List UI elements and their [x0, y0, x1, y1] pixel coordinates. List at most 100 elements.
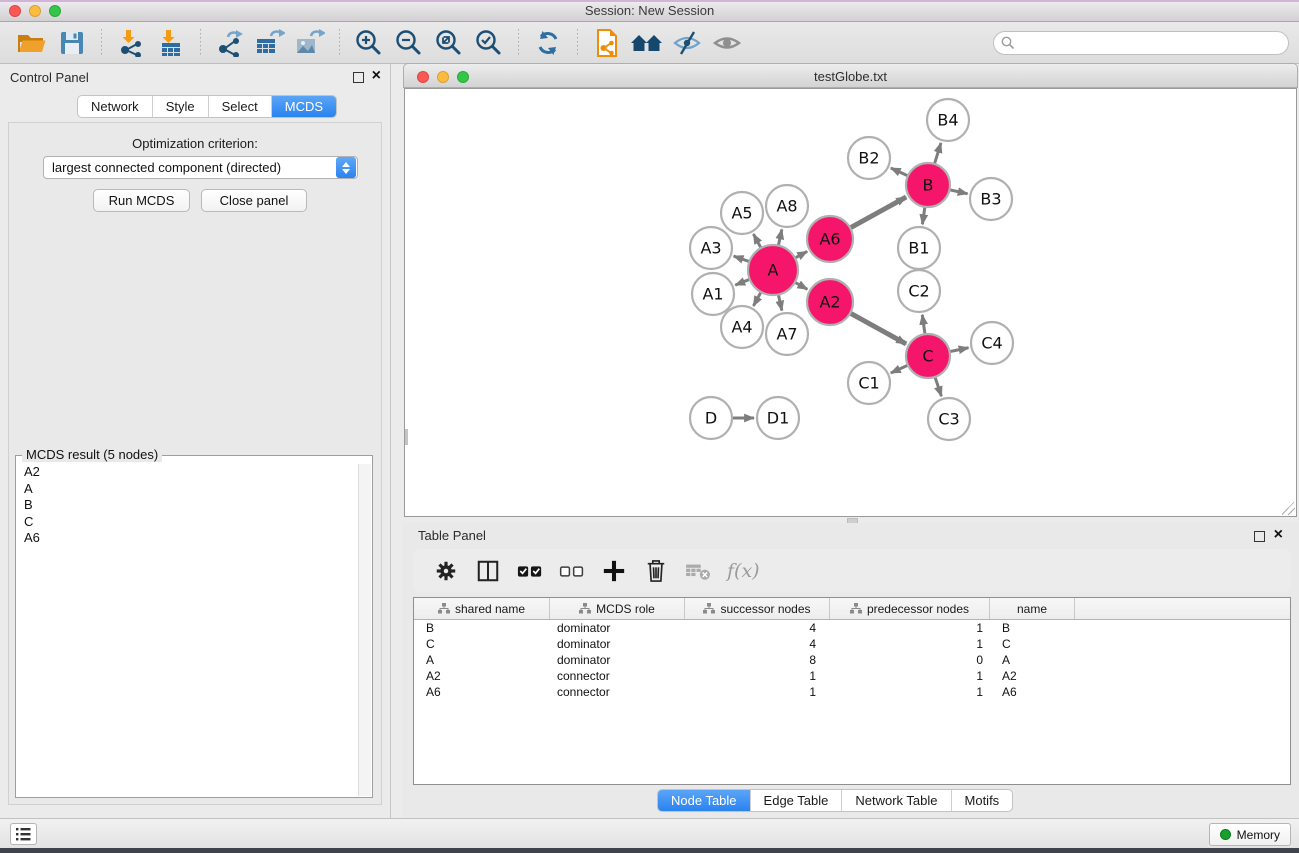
tab-mcds[interactable]: MCDS: [271, 96, 336, 117]
graph-edge-A-A8[interactable]: [778, 229, 782, 245]
tab-node-table[interactable]: Node Table: [658, 790, 750, 811]
table-cell[interactable]: 1: [830, 636, 990, 652]
table-row[interactable]: A2connector11A2: [414, 668, 1290, 684]
result-list-item[interactable]: A6: [17, 530, 358, 547]
table-cell[interactable]: A2: [414, 668, 550, 684]
tab-style[interactable]: Style: [152, 96, 208, 117]
graph-edge-A-A4[interactable]: [753, 292, 761, 306]
graph-edge-A6-B[interactable]: [850, 197, 906, 228]
table-cell[interactable]: 4: [685, 620, 830, 636]
column-header-predecessor-nodes[interactable]: predecessor nodes: [830, 598, 990, 619]
table-row[interactable]: Adominator80A: [414, 652, 1290, 668]
table-cell[interactable]: B: [414, 620, 550, 636]
resize-grip-icon[interactable]: [1282, 502, 1295, 515]
hide-panel-eye-icon[interactable]: [670, 28, 704, 58]
deselect-all-checkboxes-icon[interactable]: [557, 556, 587, 586]
tab-network-table[interactable]: Network Table: [841, 790, 950, 811]
graph-edge-B-B1[interactable]: [922, 207, 924, 224]
column-header-mcds-role[interactable]: MCDS role: [550, 598, 685, 619]
graph-edge-C-C2[interactable]: [922, 315, 925, 334]
result-list-item[interactable]: B: [17, 497, 358, 514]
result-list-item[interactable]: A: [17, 481, 358, 498]
zoom-in-icon[interactable]: [352, 28, 386, 58]
table-settings-gear-icon[interactable]: [431, 556, 461, 586]
graph-edge-A2-C[interactable]: [850, 313, 906, 344]
table-cell[interactable]: C: [414, 636, 550, 652]
table-cell[interactable]: 0: [830, 652, 990, 668]
result-list-item[interactable]: A2: [17, 464, 358, 481]
show-panel-eye-icon[interactable]: [710, 28, 744, 58]
graph-edge-A-A6[interactable]: [795, 251, 807, 258]
table-cell[interactable]: 1: [830, 668, 990, 684]
delete-table-icon[interactable]: [683, 556, 713, 586]
graph-edge-A-A7[interactable]: [778, 294, 782, 310]
table-cell[interactable]: A: [990, 652, 1075, 668]
search-input[interactable]: [993, 31, 1289, 55]
table-row[interactable]: Bdominator41B: [414, 620, 1290, 636]
network-window-titlebar[interactable]: testGlobe.txt: [403, 63, 1298, 88]
delete-column-trash-icon[interactable]: [641, 556, 671, 586]
table-cell[interactable]: 1: [685, 668, 830, 684]
table-row[interactable]: Cdominator41C: [414, 636, 1290, 652]
graph-edge-C-C3[interactable]: [935, 377, 941, 396]
table-cell[interactable]: 1: [830, 684, 990, 700]
close-panel-button[interactable]: Close panel: [201, 189, 307, 212]
split-panel-icon[interactable]: [473, 556, 503, 586]
graph-edge-C-C1[interactable]: [891, 365, 908, 373]
graph-edge-A-A2[interactable]: [795, 282, 808, 289]
graph-edge-C-C4[interactable]: [950, 348, 969, 352]
tab-edge-table[interactable]: Edge Table: [750, 790, 842, 811]
table-cell[interactable]: dominator: [550, 652, 685, 668]
table-cell[interactable]: dominator: [550, 636, 685, 652]
import-table-icon[interactable]: [154, 28, 188, 58]
save-session-icon[interactable]: [55, 28, 89, 58]
export-image-icon[interactable]: [293, 28, 327, 58]
zoom-selected-icon[interactable]: [472, 28, 506, 58]
export-table-icon[interactable]: [253, 28, 287, 58]
graph-edge-B-B2[interactable]: [891, 168, 908, 176]
table-cell[interactable]: 1: [830, 620, 990, 636]
graph-edge-A-A3[interactable]: [734, 256, 750, 262]
graph-edge-A-A1[interactable]: [735, 279, 750, 285]
function-builder-icon[interactable]: f(x): [727, 560, 760, 582]
table-cell[interactable]: dominator: [550, 620, 685, 636]
import-network-icon[interactable]: [114, 28, 148, 58]
network-from-file-icon[interactable]: [590, 28, 624, 58]
result-list-scrollbar[interactable]: [358, 464, 371, 796]
graph-edge-B-B4[interactable]: [934, 143, 940, 164]
refresh-icon[interactable]: [531, 28, 565, 58]
float-panel-icon[interactable]: [353, 72, 364, 83]
network-canvas[interactable]: AA3A5A8A1A4A7A6A2BB2B4B3B1C2CC4C1C3DD1: [404, 88, 1297, 517]
canvas-scrollbar-fragment[interactable]: [405, 429, 408, 445]
table-row[interactable]: A6connector11A6: [414, 684, 1290, 700]
add-column-icon[interactable]: [599, 556, 629, 586]
tab-motifs[interactable]: Motifs: [951, 790, 1013, 811]
table-cell[interactable]: A6: [414, 684, 550, 700]
table-cell[interactable]: A2: [990, 668, 1075, 684]
result-list-item[interactable]: C: [17, 514, 358, 531]
task-history-button[interactable]: [10, 823, 37, 845]
table-cell[interactable]: connector: [550, 668, 685, 684]
zoom-out-icon[interactable]: [392, 28, 426, 58]
export-network-icon[interactable]: [213, 28, 247, 58]
table-cell[interactable]: 8: [685, 652, 830, 668]
column-header-name[interactable]: name: [990, 598, 1075, 619]
home-icon[interactable]: [630, 28, 664, 58]
select-all-checkboxes-icon[interactable]: [515, 556, 545, 586]
graph-edge-A-A5[interactable]: [753, 234, 761, 248]
close-table-panel-icon[interactable]: ×: [1274, 525, 1283, 545]
column-header-successor-nodes[interactable]: successor nodes: [685, 598, 830, 619]
table-cell[interactable]: connector: [550, 684, 685, 700]
table-cell[interactable]: B: [990, 620, 1075, 636]
optimization-criterion-select[interactable]: largest connected component (directed): [43, 156, 358, 179]
table-cell[interactable]: C: [990, 636, 1075, 652]
open-file-icon[interactable]: [15, 28, 49, 58]
memory-button[interactable]: Memory: [1209, 823, 1291, 846]
tab-network[interactable]: Network: [78, 96, 152, 117]
table-cell[interactable]: 1: [685, 684, 830, 700]
run-mcds-button[interactable]: Run MCDS: [93, 189, 190, 212]
close-panel-icon[interactable]: ×: [372, 66, 381, 86]
graph-edge-B-B3[interactable]: [949, 190, 967, 194]
column-header-shared-name[interactable]: shared name: [414, 598, 550, 619]
table-cell[interactable]: A6: [990, 684, 1075, 700]
